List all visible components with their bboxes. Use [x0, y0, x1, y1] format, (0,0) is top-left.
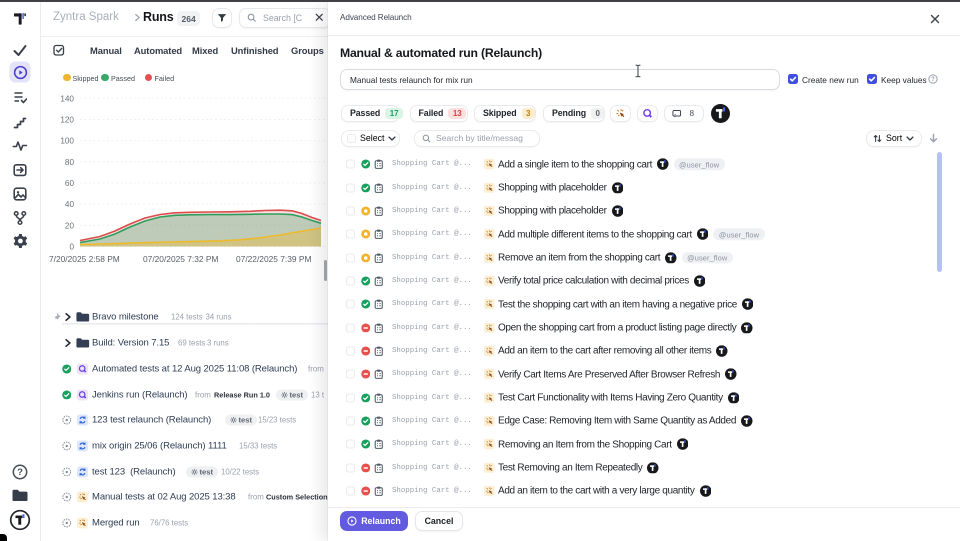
- svg-text:20: 20: [65, 221, 75, 230]
- svg-text:120: 120: [60, 116, 74, 125]
- svg-text:100: 100: [60, 137, 74, 146]
- svg-text:80: 80: [65, 158, 75, 167]
- svg-text:7/20/2025 2:58 PM: 7/20/2025 2:58 PM: [49, 254, 120, 264]
- svg-text:?: ?: [931, 77, 935, 83]
- svg-text:07/22/2025 7:39 PM: 07/22/2025 7:39 PM: [236, 254, 311, 264]
- svg-text:07/20/2025 7:32 PM: 07/20/2025 7:32 PM: [143, 254, 218, 264]
- svg-text:60: 60: [65, 179, 75, 188]
- svg-text:40: 40: [65, 200, 75, 209]
- svg-text:?: ?: [17, 467, 23, 478]
- svg-text:0: 0: [69, 243, 74, 252]
- svg-text:140: 140: [60, 94, 74, 103]
